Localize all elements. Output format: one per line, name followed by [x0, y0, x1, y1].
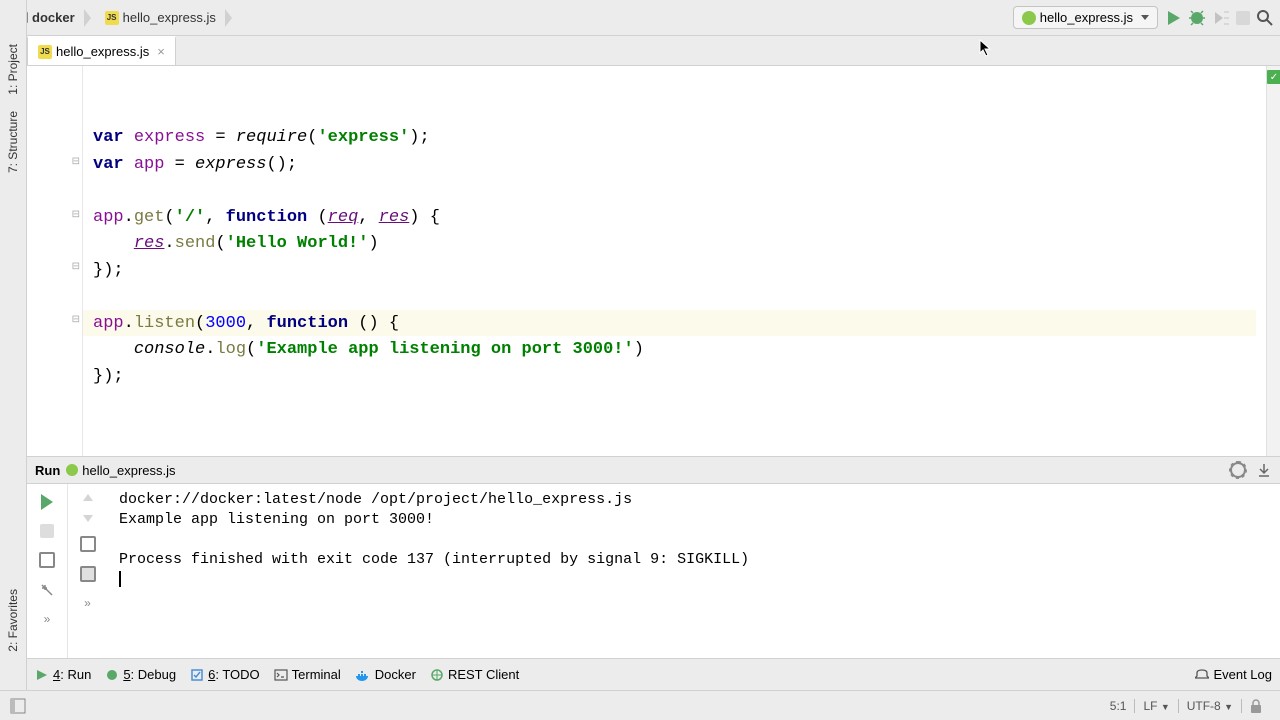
- up-stack-icon[interactable]: [83, 494, 93, 501]
- editor-scrollbar[interactable]: ✓: [1266, 66, 1280, 456]
- node-icon: [66, 464, 78, 476]
- file-tab[interactable]: JS hello_express.js ×: [27, 36, 176, 65]
- cursor-position[interactable]: 5:1: [1102, 699, 1135, 713]
- breadcrumb-bar: docker JS hello_express.js hello_express…: [0, 0, 1280, 36]
- js-file-icon: JS: [105, 11, 119, 25]
- node-icon: [1022, 11, 1036, 25]
- layout-icon[interactable]: [39, 552, 55, 568]
- chevron-down-icon: [1141, 15, 1149, 20]
- console-output[interactable]: docker://docker:latest/node /opt/project…: [107, 484, 1280, 658]
- run-with-coverage-icon[interactable]: [1212, 9, 1230, 27]
- line-separator[interactable]: LF ▼: [1135, 699, 1177, 713]
- run-icon[interactable]: [1164, 9, 1182, 27]
- bottom-toolbar: 4: Run 5: Debug 6: TODO Terminal Docker …: [27, 658, 1280, 690]
- docker-tool-button[interactable]: Docker: [355, 667, 416, 682]
- project-tool-button[interactable]: 1: Project: [6, 36, 20, 103]
- terminal-tool-button[interactable]: Terminal: [274, 667, 341, 682]
- inspection-ok-icon[interactable]: ✓: [1267, 70, 1280, 84]
- soft-wrap-icon[interactable]: [80, 536, 96, 552]
- debug-icon[interactable]: [1188, 9, 1206, 27]
- search-icon[interactable]: [1256, 9, 1274, 27]
- expand-icon[interactable]: »: [44, 612, 51, 626]
- run-panel-header[interactable]: Run hello_express.js: [27, 456, 1280, 484]
- download-icon[interactable]: [1256, 462, 1272, 478]
- run-toolbar: » »: [27, 484, 107, 658]
- close-icon[interactable]: ×: [157, 44, 165, 59]
- rerun-icon[interactable]: [41, 494, 53, 510]
- event-log-button[interactable]: Event Log: [1195, 667, 1272, 682]
- lock-icon[interactable]: [1248, 698, 1264, 714]
- left-rail: 1: Project 7: Structure 2: Favorites: [0, 0, 27, 720]
- favorites-tool-button[interactable]: 2: Favorites: [6, 581, 20, 660]
- js-file-icon: JS: [38, 45, 52, 59]
- status-bar: 5:1 LF ▼ UTF-8 ▼: [0, 690, 1280, 720]
- run-tool-button[interactable]: 4: Run: [35, 667, 91, 682]
- dump-threads-icon[interactable]: [39, 582, 55, 598]
- todo-tool-button[interactable]: 6: TODO: [190, 667, 260, 682]
- rest-client-tool-button[interactable]: REST Client: [430, 667, 519, 682]
- structure-tool-button[interactable]: 7: Structure: [6, 103, 20, 181]
- scroll-to-end-icon[interactable]: [80, 566, 96, 582]
- toolbar-right: hello_express.js: [1013, 6, 1274, 29]
- breadcrumb-file[interactable]: JS hello_express.js: [97, 8, 224, 27]
- editor[interactable]: ⊟ ⊟ ⊟ ⊟ var express = require('express')…: [27, 66, 1280, 456]
- run-panel-config: hello_express.js: [82, 463, 175, 478]
- tab-bar: JS hello_express.js ×: [0, 36, 1280, 66]
- gear-icon[interactable]: [1230, 462, 1246, 478]
- run-panel: » » docker://docker:latest/node /opt/pro…: [27, 484, 1280, 658]
- down-stack-icon[interactable]: [83, 515, 93, 522]
- run-panel-title: Run: [35, 463, 60, 478]
- file-encoding[interactable]: UTF-8 ▼: [1179, 699, 1241, 713]
- expand-icon[interactable]: »: [84, 596, 91, 610]
- tool-windows-icon[interactable]: [10, 698, 26, 714]
- stop-icon[interactable]: [40, 524, 54, 538]
- code-area[interactable]: var express = require('express'); var ap…: [83, 66, 1266, 456]
- stop-icon[interactable]: [1236, 11, 1250, 25]
- gutter[interactable]: ⊟ ⊟ ⊟ ⊟: [27, 66, 83, 456]
- debug-tool-button[interactable]: 5: Debug: [105, 667, 176, 682]
- run-config-selector[interactable]: hello_express.js: [1013, 6, 1158, 29]
